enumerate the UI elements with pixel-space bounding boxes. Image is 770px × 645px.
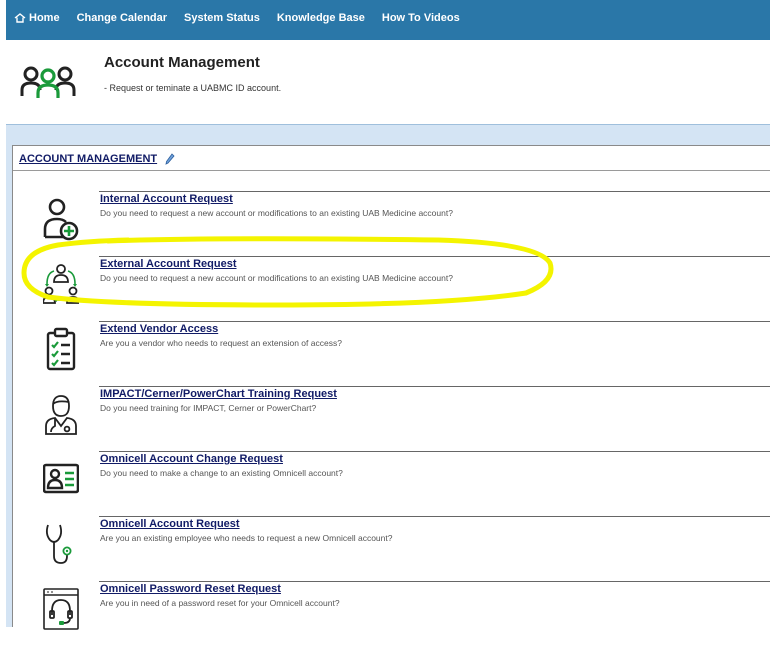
extend-vendor-access-link[interactable]: Extend Vendor Access — [100, 323, 218, 335]
pencil-icon[interactable] — [165, 153, 175, 165]
impact-training-request-link[interactable]: IMPACT/Cerner/PowerChart Training Reques… — [100, 388, 337, 400]
internal-account-request-link[interactable]: Internal Account Request — [100, 193, 233, 205]
doctor-icon — [45, 395, 77, 435]
page-title: Account Management — [104, 54, 260, 71]
nav-knowledge-base[interactable]: Knowledge Base — [277, 12, 365, 24]
nav-how-to-videos[interactable]: How To Videos — [382, 12, 460, 24]
highlight-annotation — [21, 236, 554, 308]
item-divider — [99, 581, 770, 582]
list-item-omnicell-change: Omnicell Account Change Request Do you n… — [13, 451, 770, 515]
section-heading[interactable]: ACCOUNT MANAGEMENT — [19, 153, 157, 165]
clipboard-checklist-icon — [46, 327, 76, 371]
item-divider — [99, 191, 770, 192]
item-description: Do you need training for IMPACT, Cerner … — [100, 403, 317, 413]
omnicell-account-request-link[interactable]: Omnicell Account Request — [100, 518, 240, 530]
id-card-icon — [43, 463, 79, 494]
item-divider — [99, 516, 770, 517]
home-icon — [14, 13, 26, 23]
stethoscope-icon — [45, 524, 72, 564]
item-description: Do you need to make a change to an exist… — [100, 468, 343, 478]
section-header: ACCOUNT MANAGEMENT — [19, 153, 175, 165]
page-subtitle: - Request or teminate a UABMC ID account… — [104, 83, 282, 93]
item-divider — [99, 451, 770, 452]
omnicell-password-reset-link[interactable]: Omnicell Password Reset Request — [100, 583, 281, 595]
item-description: Are you an existing employee who needs t… — [100, 533, 393, 543]
list-item-omnicell-account: Omnicell Account Request Are you an exis… — [13, 516, 770, 580]
nav-system-status[interactable]: System Status — [184, 12, 260, 24]
account-management-panel: ACCOUNT MANAGEMENT Internal Account Requ… — [12, 145, 770, 630]
nav-home[interactable]: Home — [14, 12, 60, 24]
item-description: Are you a vendor who needs to request an… — [100, 338, 342, 348]
list-item-impact-training: IMPACT/Cerner/PowerChart Training Reques… — [13, 386, 770, 450]
omnicell-account-change-link[interactable]: Omnicell Account Change Request — [100, 453, 283, 465]
top-nav: Home Change Calendar System Status Knowl… — [6, 0, 770, 40]
list-item-extend-vendor-access: Extend Vendor Access Are you a vendor wh… — [13, 321, 770, 385]
nav-home-label: Home — [29, 12, 60, 24]
page-header: Account Management - Request or teminate… — [0, 40, 770, 124]
nav-change-calendar[interactable]: Change Calendar — [77, 12, 167, 24]
headset-support-icon — [43, 588, 79, 630]
item-divider — [99, 321, 770, 322]
item-description: Do you need to request a new account or … — [100, 208, 453, 218]
section-divider — [13, 170, 770, 171]
item-description: Are you in need of a password reset for … — [100, 598, 340, 608]
item-divider — [99, 386, 770, 387]
list-item-omnicell-password: Omnicell Password Reset Request Are you … — [13, 581, 770, 645]
people-group-icon — [20, 66, 76, 98]
